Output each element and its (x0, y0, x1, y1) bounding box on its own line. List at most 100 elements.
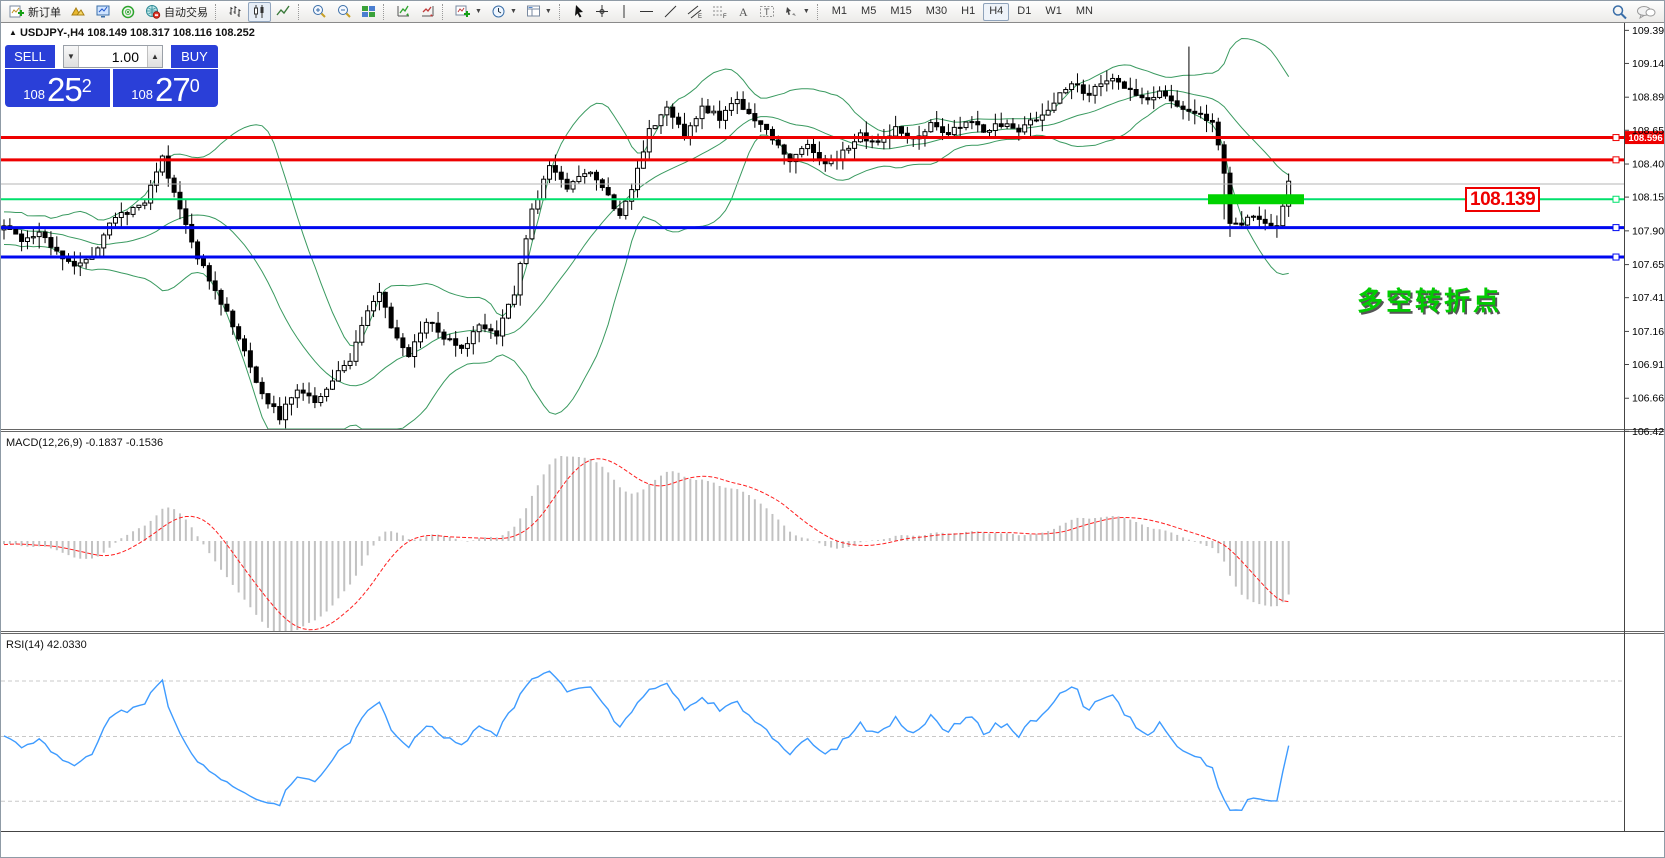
bar-chart-button[interactable] (224, 2, 247, 22)
candlestick-chart-button[interactable] (248, 2, 271, 22)
new-order-label: 新订单 (28, 4, 61, 20)
timeframe-button-W1[interactable]: W1 (1039, 3, 1068, 21)
chart-surface[interactable]: 109.390109.145108.895108.650108.400108.1… (1, 23, 1665, 858)
collapse-arrow-icon[interactable]: ▲ (9, 28, 17, 37)
timeframe-button-M5[interactable]: M5 (855, 3, 882, 21)
buy-button[interactable]: BUY (171, 45, 218, 68)
auto-scroll-button[interactable] (416, 2, 439, 22)
trendline-icon (663, 4, 678, 19)
vertical-line-icon (618, 4, 630, 19)
new-order-button[interactable]: 新订单 (5, 2, 65, 22)
price-tick-label: 108.155 (1632, 192, 1665, 204)
zoom-in-button[interactable] (307, 2, 331, 22)
sell-button[interactable]: SELL (5, 45, 55, 68)
highlight-rectangle[interactable] (1208, 194, 1304, 204)
timeframe-group: M1M5M15M30H1H4D1W1MN (826, 3, 1099, 21)
vertical-line-tool-button[interactable] (614, 2, 634, 22)
tile-windows-icon (361, 4, 376, 19)
trendline-tool-button[interactable] (659, 2, 682, 22)
timeframe-button-MN[interactable]: MN (1070, 3, 1099, 21)
arrows-tool-button[interactable]: ▼ (780, 2, 814, 22)
horizontal-line-icon (639, 4, 654, 19)
periods-button[interactable]: ▼ (487, 2, 521, 22)
chart-shift-button[interactable] (392, 2, 415, 22)
chat-icon[interactable] (1636, 4, 1656, 20)
sell-price[interactable]: 108252 (5, 69, 110, 107)
timeframe-button-M1[interactable]: M1 (826, 3, 853, 21)
volume-input[interactable]: 1.00 (79, 46, 147, 67)
text-label-icon: T (759, 4, 775, 19)
market-watch-button[interactable] (91, 2, 115, 22)
timeframe-button-M30[interactable]: M30 (920, 3, 953, 21)
signals-icon (120, 4, 136, 19)
add-indicator-button[interactable]: ▼ (451, 2, 486, 22)
price-tick-label: 109.145 (1632, 58, 1665, 70)
rsi-label: RSI(14) 42.0330 (6, 639, 87, 651)
auto-trading-icon (145, 4, 161, 19)
chart-window: 109.390109.145108.895108.650108.400108.1… (1, 23, 1665, 858)
search-icon[interactable] (1611, 4, 1628, 20)
timeframe-button-D1[interactable]: D1 (1011, 3, 1037, 21)
hline-handle[interactable] (1613, 157, 1619, 163)
auto-scroll-icon (420, 4, 435, 19)
bollinger-lower (4, 103, 1289, 429)
price-tick-label: 106.915 (1632, 359, 1665, 371)
toolbar-separator (298, 4, 304, 20)
highlight (1208, 194, 1304, 204)
line-chart-button[interactable] (272, 2, 295, 22)
toolbar-separator (559, 4, 565, 20)
crosshair-tool-button[interactable] (591, 2, 613, 22)
tile-windows-button[interactable] (357, 2, 380, 22)
sell-price-big: 25 (47, 75, 82, 105)
volume-decrease-button[interactable]: ▼ (64, 46, 79, 67)
horizontal-line-tool-button[interactable] (635, 2, 658, 22)
rsi-pane (1, 671, 1624, 810)
templates-icon (526, 4, 541, 19)
timeframe-button-H4[interactable]: H4 (983, 3, 1009, 21)
text-label-tool-button[interactable]: T (755, 2, 779, 22)
profiles-button[interactable] (66, 2, 90, 22)
toolbar: 新订单 自动交易 (1, 1, 1665, 23)
price-tick-label: 106.665 (1632, 393, 1665, 405)
buy-price-prefix: 108 (131, 85, 153, 105)
symbol-ohlc-text: USDJPY-,H4 108.149 108.317 108.116 108.2… (20, 27, 255, 39)
svg-text:F: F (723, 14, 727, 19)
dropdown-caret: ▼ (475, 8, 482, 15)
toolbar-right-group (1611, 4, 1662, 20)
svg-text:E: E (698, 14, 702, 19)
bollinger-middle (4, 90, 1289, 385)
sell-price-sup: 2 (82, 79, 92, 93)
channel-tool-button[interactable]: E (683, 2, 707, 22)
hline-handle[interactable] (1613, 254, 1619, 260)
profiles-icon (70, 4, 86, 19)
templates-button[interactable]: ▼ (522, 2, 556, 22)
fibonacci-tool-button[interactable]: F (708, 2, 732, 22)
price-tick-label: 107.655 (1632, 259, 1665, 271)
hline-handle[interactable] (1613, 225, 1619, 231)
price-tick-label: 107.410 (1632, 292, 1665, 304)
cursor-tool-button[interactable] (568, 2, 590, 22)
one-click-trading-panel: SELL ▼ 1.00 ▲ BUY 108252 108270 (5, 45, 218, 107)
macd-label: MACD(12,26,9) -0.1837 -0.1536 (6, 437, 163, 449)
timeframe-button-H1[interactable]: H1 (955, 3, 981, 21)
timeframe-button-M15[interactable]: M15 (884, 3, 917, 21)
hline-handle[interactable] (1613, 196, 1619, 202)
auto-trading-label: 自动交易 (164, 4, 208, 20)
signals-button[interactable] (116, 2, 140, 22)
auto-trading-button[interactable]: 自动交易 (141, 2, 212, 22)
equidistant-channel-icon: E (687, 4, 703, 19)
svg-text:T: T (764, 7, 770, 17)
hline-handle[interactable] (1613, 135, 1619, 141)
text-tool-button[interactable]: A (733, 2, 754, 22)
volume-increase-button[interactable]: ▲ (147, 46, 162, 67)
zoom-out-button[interactable] (332, 2, 356, 22)
price-tick-label: 107.160 (1632, 326, 1665, 338)
line-chart-icon (276, 4, 291, 19)
add-indicator-icon (455, 4, 471, 19)
text-icon: A (737, 4, 750, 19)
price-callout-box: 108.139 (1465, 187, 1540, 212)
mt4-window: 新订单 自动交易 (0, 0, 1665, 858)
zoom-out-icon (336, 4, 352, 19)
buy-price[interactable]: 108270 (113, 69, 218, 107)
rsi-line (4, 671, 1289, 810)
